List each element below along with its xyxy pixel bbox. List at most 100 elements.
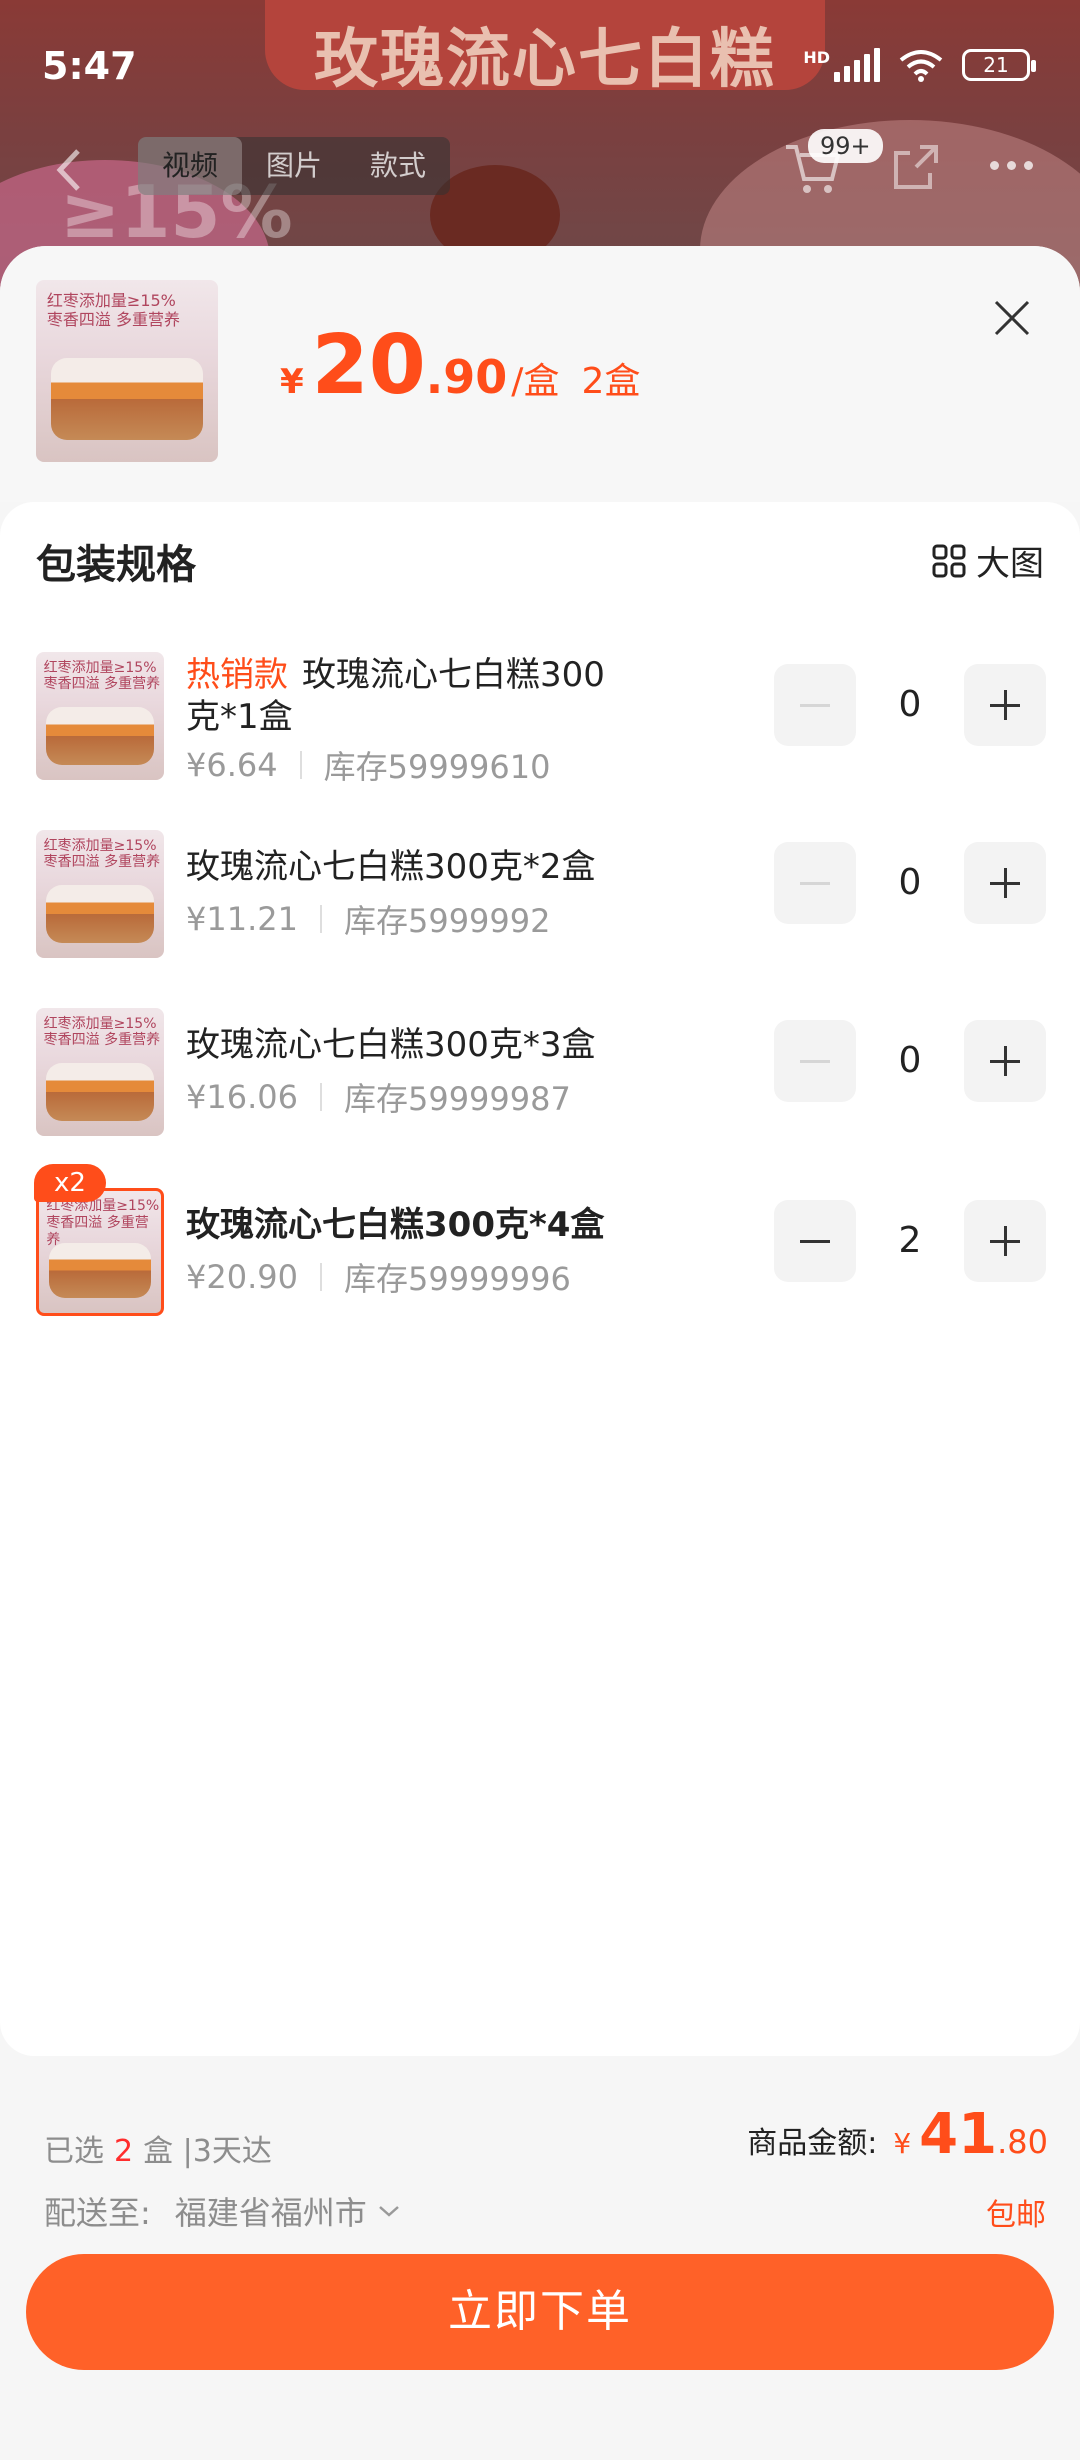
thumb-caption: 红枣添加量≥15% 枣香四溢 多重营养 — [43, 837, 161, 871]
status-bar: 5:47 HD 21 — [0, 0, 1080, 130]
spec-item-stock: 库存59999996 — [343, 1260, 571, 1298]
spec-item[interactable]: 红枣添加量≥15% 枣香四溢 多重营养 玫瑰流心七白糕300克*3盒 ¥16.06… — [0, 1008, 1080, 1148]
status-time: 5:47 — [42, 44, 137, 88]
quantity-stepper: 0 — [774, 1020, 1046, 1102]
ship-label: 配送至: — [44, 2194, 151, 2232]
cake-image — [50, 358, 204, 441]
spec-item-meta: ¥11.21 库存5999992 — [186, 896, 551, 942]
selected-count: 2 — [114, 2134, 134, 2169]
spec-item-name: 热销款 玫瑰流心七白糕300克*1盒 — [186, 655, 605, 737]
divider — [319, 905, 322, 933]
selection-summary: 已选 2 盒 |3天达 — [44, 2134, 272, 2169]
free-shipping-label: 包邮 — [986, 2198, 1046, 2233]
spec-item-price: ¥16.06 — [186, 1078, 298, 1116]
spec-item-meta: ¥16.06 库存59999987 — [186, 1074, 571, 1120]
quantity-value: 2 — [898, 1220, 922, 1261]
thumb-caption: 红枣添加量≥15% 枣香四溢 多重营养 — [43, 659, 161, 693]
spec-item-stock: 库存59999610 — [323, 748, 551, 786]
spec-item-name: 玫瑰流心七白糕300克*2盒 — [186, 847, 596, 887]
tab-styles[interactable]: 款式 — [346, 137, 450, 195]
hot-sale-tag: 热销款 — [186, 655, 288, 695]
price-integer: 20 — [311, 318, 426, 413]
chevron-down-icon — [378, 2206, 399, 2217]
total-integer: 41 — [919, 2102, 998, 2167]
checkout-footer: 已选 2 盒 |3天达 商品金额: ¥ 41 .80 配送至: 福建省福州市 包邮 … — [0, 2088, 1080, 2460]
spec-panel: 包装规格 大图 红枣添加量≥15% 枣香四溢 多重营养 热销款 玫瑰流心七白糕300… — [0, 502, 1080, 2056]
media-tabs: 视频 图片 款式 — [138, 137, 451, 195]
divider — [319, 1263, 322, 1291]
total-symbol: ¥ — [893, 2127, 912, 2160]
increase-button[interactable] — [964, 842, 1046, 924]
increase-button[interactable] — [964, 1200, 1046, 1282]
cake-image — [48, 1243, 152, 1299]
spec-item-meta: ¥6.64 库存59999610 — [186, 742, 551, 788]
spec-title: 包装规格 — [36, 542, 196, 588]
quantity-stepper: 2 — [774, 1200, 1046, 1282]
divider — [319, 1083, 322, 1111]
spec-item-stock: 库存5999992 — [343, 902, 551, 940]
quantity-stepper: 0 — [774, 664, 1046, 746]
cake-image — [46, 707, 154, 765]
cake-image — [46, 1063, 154, 1121]
thumb-caption: 红枣添加量≥15% 枣香四溢 多重营养 — [46, 290, 180, 330]
quantity-value: 0 — [898, 684, 922, 725]
status-icons: HD 21 — [803, 48, 1036, 82]
wifi-icon — [899, 50, 943, 82]
selected-price: ¥ 20 .90 /盒 2盒 — [280, 318, 640, 413]
ship-address: 福建省福州市 — [174, 2194, 367, 2232]
grid-icon — [932, 544, 966, 577]
battery-icon: 21 — [962, 49, 1036, 81]
spec-item-name: 玫瑰流心七白糕300克*4盒 — [186, 1205, 605, 1245]
divider — [299, 751, 302, 779]
hd-label: HD — [803, 48, 830, 67]
spec-item[interactable]: 红枣添加量≥15% 枣香四溢 多重营养 玫瑰流心七白糕300克*2盒 ¥11.21… — [0, 830, 1080, 970]
big-picture-label: 大图 — [976, 544, 1044, 584]
spec-item-thumbnail[interactable]: 红枣添加量≥15% 枣香四溢 多重营养 — [36, 830, 164, 958]
decrease-button[interactable] — [774, 842, 856, 924]
spec-item-selected[interactable]: x2 红枣添加量≥15% 枣香四溢 多重营养 玫瑰流心七白糕300克*4盒 ¥20… — [0, 1164, 1080, 1328]
increase-button[interactable] — [964, 1020, 1046, 1102]
tab-video[interactable]: 视频 — [138, 137, 243, 195]
spec-item-price: ¥11.21 — [186, 900, 298, 938]
big-picture-button[interactable]: 大图 — [932, 536, 1044, 585]
battery-level: 21 — [983, 53, 1009, 77]
spec-item-price: ¥6.64 — [186, 746, 278, 784]
price-symbol: ¥ — [280, 362, 304, 402]
signal-icon — [834, 48, 880, 82]
spec-item[interactable]: 红枣添加量≥15% 枣香四溢 多重营养 热销款 玫瑰流心七白糕300克*1盒 ¥6.… — [0, 652, 1080, 792]
quantity-stepper: 0 — [774, 842, 1046, 924]
more-icon[interactable] — [990, 161, 1033, 170]
cart-badge: 99+ — [808, 129, 883, 163]
spec-item-thumbnail[interactable]: 红枣添加量≥15% 枣香四溢 多重营养 — [36, 652, 164, 780]
decrease-button[interactable] — [774, 1200, 856, 1282]
sheet-header: 红枣添加量≥15% 枣香四溢 多重营养 ¥ 20 .90 /盒 2盒 — [0, 246, 1080, 502]
spec-item-price: ¥20.90 — [186, 1258, 298, 1296]
spec-item-meta: ¥20.90 库存59999996 — [186, 1254, 571, 1300]
thumb-caption: 红枣添加量≥15% 枣香四溢 多重营养 — [46, 1198, 160, 1248]
spec-item-name: 玫瑰流心七白糕300克*3盒 — [186, 1025, 596, 1065]
quantity-value: 0 — [898, 1040, 922, 1081]
spec-item-stock: 库存59999987 — [343, 1080, 571, 1118]
price-unit: /盒 — [511, 361, 560, 402]
selected-quantity: 2盒 — [581, 361, 641, 402]
increase-button[interactable] — [964, 664, 1046, 746]
total-amount: 商品金额: ¥ 41 .80 — [747, 2102, 1048, 2167]
total-decimal: .80 — [997, 2123, 1048, 2161]
address-selector[interactable]: 福建省福州市 — [175, 2188, 401, 2234]
cake-image — [46, 885, 154, 943]
decrease-button[interactable] — [774, 1020, 856, 1102]
price-decimal: .90 — [425, 350, 508, 404]
spec-item-thumbnail[interactable]: 红枣添加量≥15% 枣香四溢 多重营养 — [36, 1188, 164, 1316]
product-nav: 视频 图片 款式 99+ — [0, 129, 1080, 205]
spec-item-thumbnail[interactable]: 红枣添加量≥15% 枣香四溢 多重营养 — [36, 1008, 164, 1136]
tab-images[interactable]: 图片 — [242, 137, 346, 195]
back-icon[interactable] — [50, 145, 90, 195]
decrease-button[interactable] — [774, 664, 856, 746]
share-icon[interactable] — [890, 141, 942, 193]
shipping-info: 配送至: 福建省福州市 — [44, 2188, 401, 2234]
product-thumbnail[interactable]: 红枣添加量≥15% 枣香四溢 多重营养 — [36, 280, 218, 462]
quantity-badge: x2 — [34, 1164, 106, 1202]
quantity-value: 0 — [898, 862, 922, 903]
close-icon[interactable] — [988, 294, 1036, 342]
place-order-button[interactable]: 立即下单 — [26, 2254, 1054, 2370]
